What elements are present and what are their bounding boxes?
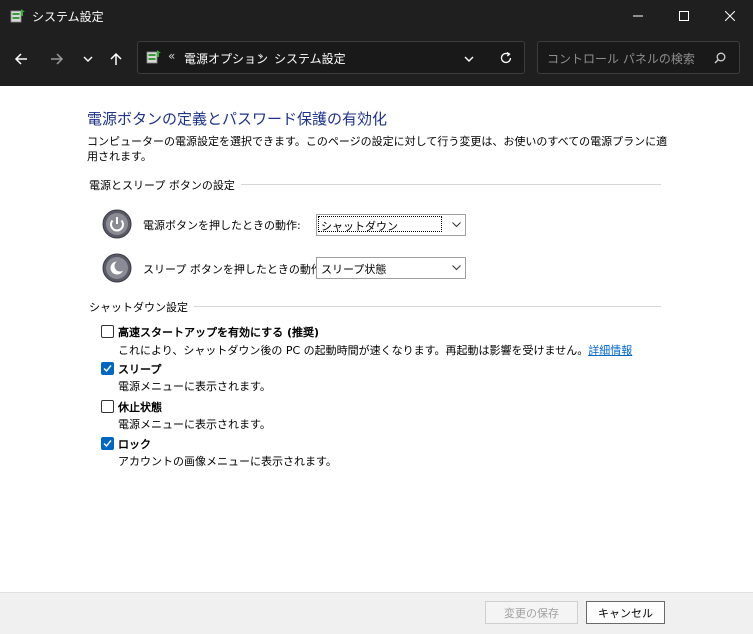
page-title: 電源ボタンの定義とパスワード保護の有効化 bbox=[87, 110, 388, 128]
address-dropdown-icon[interactable] bbox=[464, 54, 474, 64]
learn-more-link[interactable]: 詳細情報 bbox=[588, 344, 632, 357]
hibernate-label[interactable]: 休止状態 bbox=[118, 399, 162, 415]
arrow-up-icon bbox=[110, 52, 122, 65]
refresh-icon[interactable] bbox=[499, 51, 513, 65]
arrow-right-icon bbox=[51, 53, 64, 65]
window-title: システム設定 bbox=[32, 10, 104, 24]
search-input[interactable]: コントロール パネルの検索 bbox=[537, 41, 740, 74]
minimize-icon bbox=[633, 15, 643, 17]
title-bar: システム設定 bbox=[0, 0, 753, 32]
sleep-description: 電源メニューに表示されます。 bbox=[118, 380, 271, 393]
fast-startup-description: これにより、シャットダウン後の PC の起動時間が速くなります。再起動は影響を受… bbox=[118, 342, 632, 358]
sleep-label[interactable]: スリープ bbox=[118, 361, 161, 377]
hibernate-description: 電源メニューに表示されます。 bbox=[118, 418, 271, 431]
lock-label[interactable]: ロック bbox=[118, 436, 151, 452]
checkmark-icon bbox=[103, 440, 112, 448]
lock-checkbox[interactable] bbox=[101, 437, 114, 450]
breadcrumb-overflow[interactable]: « bbox=[168, 49, 175, 63]
shutdown-section-title: シャットダウン設定 bbox=[89, 299, 194, 315]
power-button-icon bbox=[102, 209, 132, 239]
power-section-title: 電源とスリープ ボタンの設定 bbox=[89, 177, 241, 193]
power-options-icon bbox=[146, 50, 161, 64]
fast-startup-label[interactable]: 高速スタートアップを有効にする (推奨) bbox=[118, 324, 319, 340]
breadcrumb-separator[interactable]: › bbox=[259, 49, 264, 63]
chevron-down-icon bbox=[83, 56, 93, 62]
sleep-button-label: スリープ ボタンを押したときの動作: bbox=[143, 263, 326, 276]
chevron-down-icon bbox=[452, 222, 461, 228]
minimize-button[interactable] bbox=[615, 0, 661, 32]
sleep-checkbox[interactable] bbox=[101, 362, 114, 375]
power-button-action-value: シャットダウン bbox=[318, 216, 442, 233]
fast-startup-desc-text: これにより、シャットダウン後の PC の起動時間が速くなります。再起動は影響を受… bbox=[118, 344, 589, 357]
arrow-left-icon bbox=[14, 53, 27, 65]
close-icon bbox=[725, 11, 735, 21]
search-icon bbox=[714, 52, 726, 64]
up-button[interactable] bbox=[103, 46, 129, 72]
checkmark-icon bbox=[103, 365, 112, 373]
address-bar[interactable]: « 電源オプション › システム設定 bbox=[137, 41, 525, 74]
close-button[interactable] bbox=[707, 0, 753, 32]
sleep-button-icon bbox=[102, 253, 132, 283]
hibernate-checkbox[interactable] bbox=[101, 400, 114, 413]
maximize-button[interactable] bbox=[661, 0, 707, 32]
sleep-button-action-select[interactable]: スリープ状態 bbox=[316, 257, 466, 279]
sleep-button-action-value: スリープ状態 bbox=[321, 263, 387, 276]
maximize-icon bbox=[679, 11, 689, 21]
lock-description: アカウントの画像メニューに表示されます。 bbox=[118, 455, 337, 468]
search-placeholder: コントロール パネルの検索 bbox=[547, 52, 695, 66]
cancel-button[interactable]: キャンセル bbox=[586, 601, 665, 624]
content-pane: 電源ボタンの定義とパスワード保護の有効化 コンピューターの電源設定を選択できます… bbox=[0, 86, 753, 592]
back-button[interactable] bbox=[8, 46, 34, 72]
breadcrumb-system-settings[interactable]: システム設定 bbox=[274, 50, 346, 67]
system-settings-window: システム設定 « 電源オプション › システム設定 コントロール パネルの検索 … bbox=[0, 0, 753, 634]
page-description: コンピューターの電源設定を選択できます。このページの設定に対して行う変更は、お使… bbox=[87, 135, 668, 163]
recent-locations-button[interactable] bbox=[75, 46, 101, 72]
save-changes-button[interactable]: 変更の保存 bbox=[485, 601, 578, 624]
button-bar: 変更の保存 キャンセル bbox=[0, 592, 753, 634]
power-button-label: 電源ボタンを押したときの動作: bbox=[143, 219, 301, 232]
forward-button[interactable] bbox=[44, 46, 70, 72]
navigation-bar: « 電源オプション › システム設定 コントロール パネルの検索 bbox=[0, 32, 753, 86]
power-options-app-icon bbox=[10, 9, 25, 23]
breadcrumb-power-options[interactable]: 電源オプション bbox=[184, 50, 268, 67]
fast-startup-checkbox[interactable] bbox=[101, 325, 114, 338]
power-button-action-select[interactable]: シャットダウン bbox=[316, 214, 466, 236]
chevron-down-icon bbox=[452, 265, 461, 271]
